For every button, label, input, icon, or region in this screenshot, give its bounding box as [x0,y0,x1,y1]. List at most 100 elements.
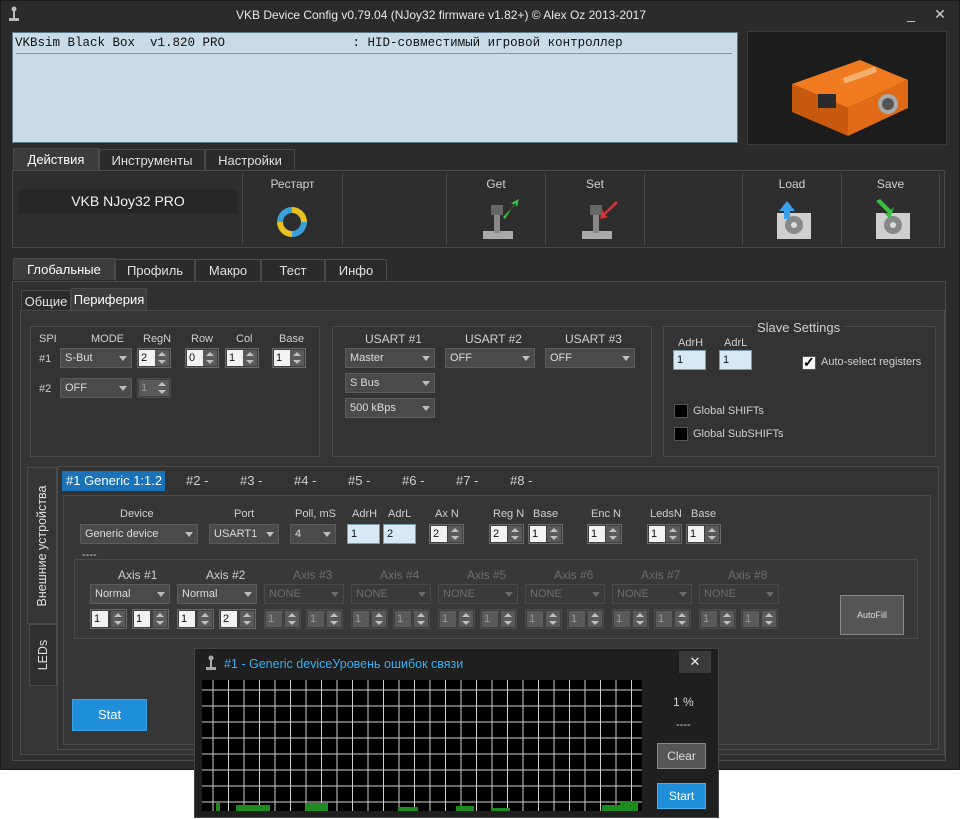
spin-down-icon[interactable] [290,358,304,366]
spin-up-icon[interactable] [448,526,462,534]
device-tab-2[interactable]: #2 - [186,471,208,491]
spin-up-icon[interactable] [111,611,125,619]
usart1-mode-select[interactable]: Master [345,348,435,368]
encn-spinner[interactable]: 1 [587,524,622,544]
set-button[interactable]: Set [545,173,644,245]
device-tab-4[interactable]: #4 - [294,471,316,491]
spi2-mode-select[interactable]: OFF [60,378,132,398]
spin-down-icon[interactable] [448,534,462,542]
spin-down-icon[interactable] [111,619,125,627]
spin-up-icon[interactable] [243,350,257,358]
spi1-base-spinner[interactable]: 1 [272,348,306,368]
global-subshifts-checkbox[interactable] [674,427,688,441]
usart3-mode-select[interactable]: OFF [545,348,635,368]
axn-spinner[interactable]: 2 [429,524,464,544]
slave-adrl-input[interactable]: 1 [719,350,752,370]
axis1-mode-select[interactable]: Normal [90,584,170,604]
device-tab-5[interactable]: #5 - [348,471,370,491]
popup-close-button[interactable]: ✕ [679,651,711,673]
axis1-left-spinner[interactable]: 1 [90,609,127,629]
auto-select-checkbox[interactable] [802,354,816,371]
ledsn-spinner[interactable]: 1 [647,524,682,544]
spin-down-icon[interactable] [666,534,680,542]
global-shifts-checkbox[interactable] [674,404,688,418]
device-tab-3[interactable]: #3 - [240,471,262,491]
axis2-left-spinner[interactable]: 1 [177,609,214,629]
port-select[interactable]: USART1 [209,524,279,544]
spin-up-icon[interactable] [153,611,167,619]
spin-down-icon[interactable] [508,534,522,542]
spin-up-icon[interactable] [705,526,719,534]
close-button[interactable]: ✕ [927,4,953,24]
minimize-button[interactable]: _ [898,4,924,24]
device-info-box[interactable]: VKBsim Black Box v1.820 PRO : HID-совмес… [12,32,738,143]
tab-actions[interactable]: Действия [13,148,99,170]
axis2-mode-select[interactable]: Normal [177,584,257,604]
spin-up-icon[interactable] [666,526,680,534]
axis2-right-spinner[interactable]: 2 [219,609,256,629]
spin-up-icon[interactable] [203,350,217,358]
device-tab-6[interactable]: #6 - [402,471,424,491]
device-tab-1[interactable]: #1 Generic 1:1.2 [62,471,165,491]
device-adrh-input[interactable]: 1 [347,524,380,544]
tab-info[interactable]: Инфо [325,259,387,281]
axis2-label: Axis #2 [206,568,246,582]
poll-select[interactable]: 4 [290,524,336,544]
usart2-mode-select[interactable]: OFF [445,348,535,368]
spin-down-icon[interactable] [606,534,620,542]
spi1-regn-spinner[interactable]: 2 [137,348,171,368]
tab-leds[interactable]: LEDs [29,624,57,686]
tab-macro[interactable]: Макро [195,259,261,281]
spin-up-icon[interactable] [198,611,212,619]
tab-test[interactable]: Тест [261,259,325,281]
spin-down-icon[interactable] [203,358,217,366]
spin-down-icon[interactable] [243,358,257,366]
autofill-button[interactable]: AutoFill [840,595,904,635]
tab-profile[interactable]: Профиль [115,259,195,281]
chevron-down-icon [323,532,331,537]
save-button[interactable]: Save [841,173,940,245]
usart1-speed-select[interactable]: 500 kBps [345,398,435,418]
spin-up-icon[interactable] [508,526,522,534]
regn-spinner[interactable]: 2 [489,524,524,544]
stat-button[interactable]: Stat [72,699,147,731]
base2-spinner[interactable]: 1 [686,524,721,544]
spin-up-icon[interactable] [155,350,169,358]
spin-up-icon [327,611,341,619]
spin-down-icon[interactable] [155,358,169,366]
clear-button[interactable]: Clear [657,743,706,769]
tab-periphery[interactable]: Периферия [71,288,147,310]
start-button[interactable]: Start [657,783,706,809]
load-button[interactable]: Load [742,173,841,245]
tab-general[interactable]: Общие [21,290,71,312]
spin-down-icon[interactable] [240,619,254,627]
get-button[interactable]: Get [446,173,545,245]
spin-down-icon[interactable] [153,619,167,627]
device-tab-7[interactable]: #7 - [456,471,478,491]
restart-button[interactable]: Рестарт [242,173,342,245]
usart1-bus-select[interactable]: S Bus [345,373,435,393]
spi1-mode-select[interactable]: S-But [60,348,132,368]
device-adrl-input[interactable]: 2 [383,524,416,544]
spi1-mode-value: S-But [65,352,93,364]
spin-up-icon[interactable] [547,526,561,534]
axis1-right-spinner[interactable]: 1 [132,609,169,629]
spin-down-icon[interactable] [705,534,719,542]
spin-down-icon[interactable] [198,619,212,627]
axis4-right-spinner: 1 [393,609,430,629]
tab-settings[interactable]: Настройки [205,149,295,171]
spin-up-icon[interactable] [240,611,254,619]
spi1-col-spinner[interactable]: 1 [225,348,259,368]
device-type-select[interactable]: Generic device [80,524,198,544]
spin-down-icon[interactable] [547,534,561,542]
spin-up-icon[interactable] [606,526,620,534]
slave-adrh-input[interactable]: 1 [673,350,706,370]
tab-global[interactable]: Глобальные [13,258,115,280]
base-spinner[interactable]: 1 [528,524,563,544]
spi1-row-spinner[interactable]: 0 [185,348,219,368]
spin-up-icon[interactable] [290,350,304,358]
spin-down-icon [633,619,647,627]
device-tab-8[interactable]: #8 - [510,471,532,491]
tab-external-devices[interactable]: Внешние устройства [27,467,57,624]
tab-tools[interactable]: Инструменты [99,149,205,171]
